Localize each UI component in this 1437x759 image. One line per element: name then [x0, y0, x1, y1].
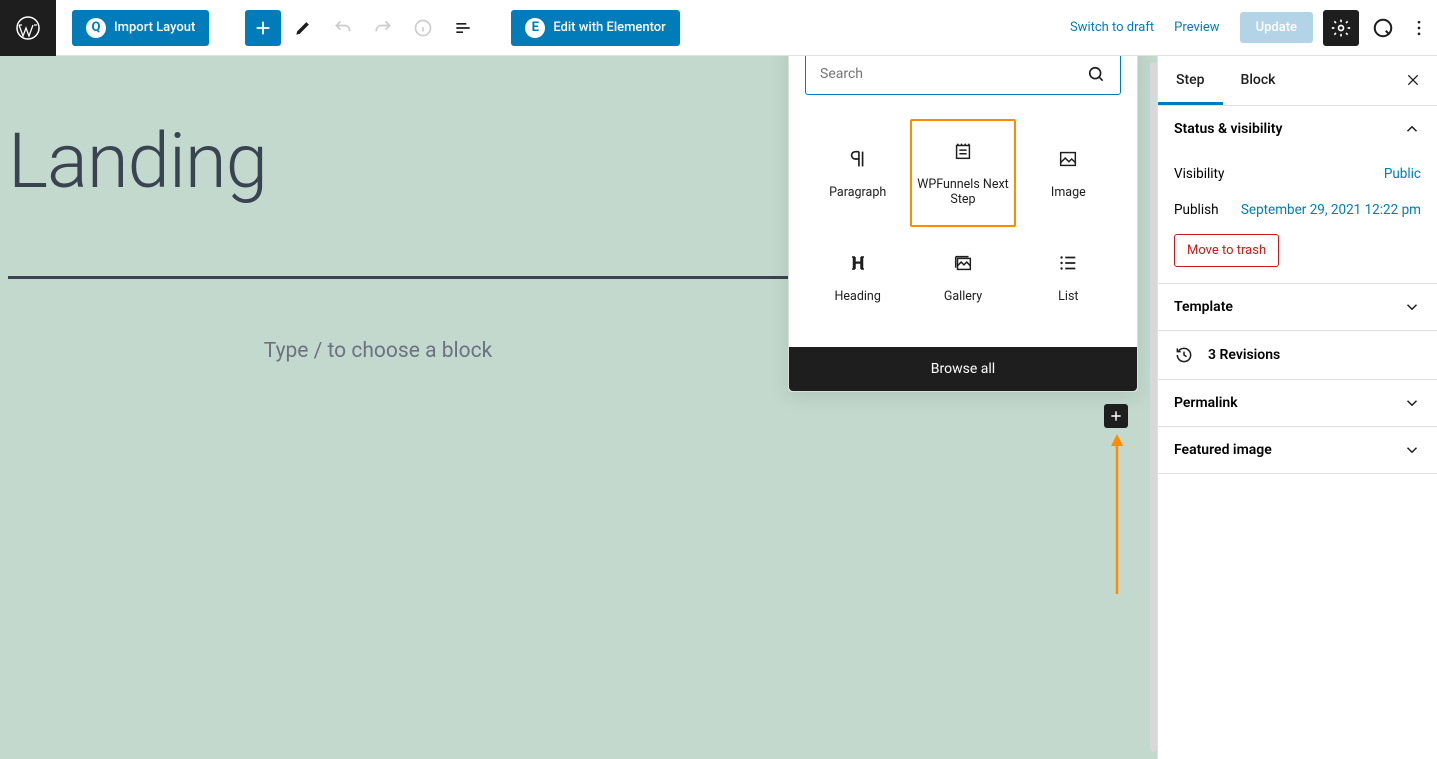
- block-wpfunnels-next-step[interactable]: WPFunnels Next Step: [910, 119, 1015, 227]
- block-label: Heading: [834, 289, 880, 304]
- browse-all-button[interactable]: Browse all: [789, 347, 1137, 391]
- add-block-toolbar-button[interactable]: [245, 10, 281, 46]
- panel-head-permalink[interactable]: Permalink: [1158, 380, 1437, 426]
- panel-title: Featured image: [1174, 442, 1272, 458]
- import-layout-button[interactable]: Q Import Layout: [72, 10, 209, 46]
- list-view-icon[interactable]: [445, 10, 481, 46]
- panel-featured-image: Featured image: [1158, 427, 1437, 474]
- publish-value[interactable]: September 29, 2021 12:22 pm: [1241, 202, 1421, 218]
- update-button[interactable]: Update: [1240, 12, 1313, 43]
- close-sidebar-icon[interactable]: [1389, 56, 1437, 105]
- switch-to-draft-link[interactable]: Switch to draft: [1060, 12, 1164, 43]
- import-layout-label: Import Layout: [114, 20, 195, 35]
- publish-row: Publish September 29, 2021 12:22 pm: [1174, 192, 1421, 228]
- block-label: List: [1058, 289, 1078, 304]
- block-placeholder[interactable]: Type / to choose a block: [8, 339, 748, 363]
- block-list[interactable]: List: [1016, 227, 1121, 327]
- info-icon[interactable]: [405, 10, 441, 46]
- q-icon: Q: [86, 18, 106, 38]
- elementor-icon: E: [525, 18, 545, 38]
- panel-head-status[interactable]: Status & visibility: [1158, 106, 1437, 152]
- q-brand-icon[interactable]: [1365, 10, 1401, 46]
- scrollbar[interactable]: [1150, 62, 1157, 752]
- block-label: WPFunnels Next Step: [916, 177, 1009, 207]
- block-inserter-popover: Paragraph WPFunnels Next Step Image Head…: [788, 56, 1138, 392]
- search-icon: [1086, 64, 1106, 84]
- blocks-grid: Paragraph WPFunnels Next Step Image Head…: [789, 111, 1137, 347]
- panel-head-template[interactable]: Template: [1158, 284, 1437, 330]
- block-heading[interactable]: Heading: [805, 227, 910, 327]
- block-paragraph[interactable]: Paragraph: [805, 119, 910, 227]
- tab-block[interactable]: Block: [1223, 56, 1294, 105]
- panel-title: Permalink: [1174, 395, 1238, 411]
- panel-status-visibility: Status & visibility Visibility Public Pu…: [1158, 106, 1437, 284]
- more-options-icon[interactable]: [1401, 10, 1437, 46]
- edit-tool-icon[interactable]: [285, 10, 321, 46]
- visibility-label: Visibility: [1174, 166, 1224, 182]
- publish-label: Publish: [1174, 202, 1219, 218]
- top-toolbar: Q Import Layout E Edit with Elementor Sw…: [0, 0, 1437, 56]
- preview-link[interactable]: Preview: [1164, 12, 1229, 43]
- add-block-inline-button[interactable]: [1104, 404, 1128, 428]
- chevron-up-icon: [1403, 120, 1421, 138]
- chevron-down-icon: [1403, 441, 1421, 459]
- move-to-trash-button[interactable]: Move to trash: [1174, 234, 1279, 267]
- search-input[interactable]: [820, 66, 1086, 82]
- panel-body-status: Visibility Public Publish September 29, …: [1158, 152, 1437, 283]
- history-icon: [1174, 345, 1194, 365]
- edit-elementor-button[interactable]: E Edit with Elementor: [511, 10, 679, 46]
- editor-canvas: Landing Type / to choose a block Paragra…: [0, 56, 1157, 759]
- wpfunnels-icon: [952, 139, 974, 163]
- panel-title: Status & visibility: [1174, 121, 1282, 137]
- panel-template: Template: [1158, 284, 1437, 331]
- visibility-value[interactable]: Public: [1384, 166, 1421, 182]
- block-label: Paragraph: [829, 185, 886, 200]
- image-icon: [1057, 147, 1079, 171]
- heading-icon: [849, 251, 867, 275]
- visibility-row: Visibility Public: [1174, 156, 1421, 192]
- edit-elementor-label: Edit with Elementor: [553, 20, 665, 35]
- block-image[interactable]: Image: [1016, 119, 1121, 227]
- block-gallery[interactable]: Gallery: [910, 227, 1015, 327]
- settings-icon[interactable]: [1323, 10, 1359, 46]
- chevron-down-icon: [1403, 394, 1421, 412]
- annotation-arrow: [1111, 434, 1123, 594]
- panel-title: Template: [1174, 299, 1233, 315]
- wordpress-logo[interactable]: [0, 0, 56, 56]
- block-label: Image: [1051, 185, 1086, 200]
- gallery-icon: [952, 251, 974, 275]
- panel-head-featured-image[interactable]: Featured image: [1158, 427, 1437, 473]
- paragraph-icon: [847, 147, 869, 171]
- revisions-label: 3 Revisions: [1208, 347, 1280, 363]
- search-box[interactable]: [805, 56, 1121, 95]
- chevron-down-icon: [1403, 298, 1421, 316]
- sidebar-tabs: Step Block: [1158, 56, 1437, 106]
- redo-icon[interactable]: [365, 10, 401, 46]
- panel-permalink: Permalink: [1158, 380, 1437, 427]
- list-icon: [1057, 251, 1079, 275]
- settings-sidebar: Step Block Status & visibility Visibilit…: [1157, 56, 1437, 759]
- revisions-row[interactable]: 3 Revisions: [1158, 331, 1437, 380]
- undo-icon[interactable]: [325, 10, 361, 46]
- block-label: Gallery: [944, 289, 982, 304]
- tab-step[interactable]: Step: [1158, 56, 1223, 105]
